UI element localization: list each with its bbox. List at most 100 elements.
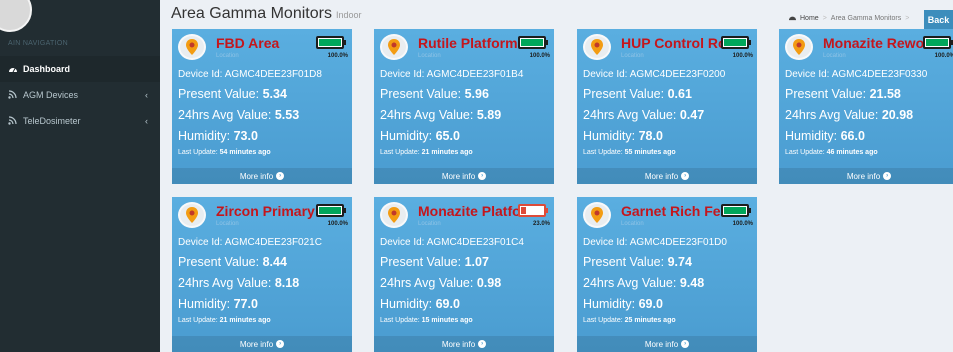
present-value-label: Present Value: (785, 87, 867, 101)
chevron-left-icon: ‹ (145, 90, 148, 100)
device-id-label: Device Id: (785, 69, 830, 80)
location-pin-icon (178, 34, 206, 60)
more-info-link[interactable]: More info › (374, 336, 554, 352)
last-update-label: Last Update: (380, 149, 420, 156)
device-id-line: Device Id: AGMC4DEE23F01B4 (380, 69, 523, 80)
sidebar-item-label: TeleDosimeter (23, 116, 81, 126)
more-info-link[interactable]: More info › (577, 336, 757, 352)
more-info-link[interactable]: More info › (577, 168, 757, 184)
back-button[interactable]: Back (924, 10, 953, 30)
battery-percent: 100.0% (732, 53, 753, 59)
device-id-label: Device Id: (583, 69, 628, 80)
card-header: Rutile Platform Location 100.0% (374, 29, 554, 61)
avg-value-line: 24hrs Avg Value: 8.18 (178, 276, 299, 290)
humidity-value: 69.0 (435, 297, 460, 311)
breadcrumb-home[interactable]: Home (800, 15, 819, 22)
humidity-line: Humidity: 77.0 (178, 297, 258, 311)
present-value-line: Present Value: 1.07 (380, 255, 489, 269)
present-value: 21.58 (869, 87, 901, 101)
sidebar: AIN NAVIGATION Dashboard AGM Devices ‹ T… (0, 0, 160, 352)
battery-icon (923, 36, 953, 49)
humidity-value: 78.0 (638, 129, 663, 143)
card-header: HUP Control Room Location 100.0% (577, 29, 757, 61)
present-value: 0.61 (667, 87, 692, 101)
arrow-circle-right-icon: › (883, 172, 892, 180)
device-id-value: AGMC4DEE23F01C4 (426, 237, 524, 248)
last-update-value: 54 minutes ago (219, 149, 271, 156)
more-info-link[interactable]: More info › (172, 168, 352, 184)
humidity-value: 73.0 (233, 129, 258, 143)
humidity-value: 77.0 (233, 297, 258, 311)
last-update-label: Last Update: (380, 317, 420, 324)
dashboard-icon (8, 64, 20, 75)
monitor-card: Rutile Platform Location 100.0% Device I… (374, 29, 554, 184)
avg-value-line: 24hrs Avg Value: 20.98 (785, 108, 913, 122)
device-id-label: Device Id: (178, 237, 223, 248)
more-info-link[interactable]: More info › (172, 336, 352, 352)
present-value-line: Present Value: 9.74 (583, 255, 692, 269)
humidity-label: Humidity: (178, 129, 231, 143)
battery-icon (316, 36, 346, 49)
present-value-line: Present Value: 21.58 (785, 87, 901, 101)
device-id-line: Device Id: AGMC4DEE23F021C (178, 237, 322, 248)
location-pin-icon (380, 34, 408, 60)
battery-percent: 100.0% (327, 53, 348, 59)
sidebar-item-dashboard[interactable]: Dashboard (0, 56, 160, 82)
avg-value-line: 24hrs Avg Value: 5.53 (178, 108, 299, 122)
device-id-label: Device Id: (380, 237, 425, 248)
sidebar-item-teledosimeter[interactable]: TeleDosimeter ‹ (0, 108, 160, 134)
sidebar-item-agm-devices[interactable]: AGM Devices ‹ (0, 82, 160, 108)
location-pin-icon (380, 202, 408, 228)
battery-percent: 23.0% (532, 221, 550, 227)
device-id-line: Device Id: AGMC4DEE23F01D0 (583, 237, 727, 248)
avg-value-label: 24hrs Avg Value: (178, 276, 272, 290)
humidity-value: 65.0 (435, 129, 460, 143)
present-value: 9.74 (667, 255, 692, 269)
rss-icon (8, 89, 20, 101)
more-info-label: More info (846, 171, 881, 181)
location-pin-icon (583, 34, 611, 60)
device-location-label: Location (823, 53, 846, 59)
humidity-value: 69.0 (638, 297, 663, 311)
location-pin-icon (583, 202, 611, 228)
avg-value-line: 24hrs Avg Value: 0.47 (583, 108, 704, 122)
present-value-line: Present Value: 0.61 (583, 87, 692, 101)
avatar[interactable] (0, 0, 32, 32)
avg-value-label: 24hrs Avg Value: (380, 276, 474, 290)
arrow-circle-right-icon: › (276, 340, 285, 348)
battery-icon (721, 204, 751, 217)
last-update-line: Last Update: 15 minutes ago (380, 317, 473, 324)
card-header: FBD Area Location 100.0% (172, 29, 352, 61)
device-id-label: Device Id: (583, 237, 628, 248)
last-update-line: Last Update: 21 minutes ago (178, 317, 271, 324)
last-update-line: Last Update: 54 minutes ago (178, 149, 271, 156)
breadcrumb-current: Area Gamma Monitors (830, 15, 902, 22)
sidebar-item-label: AGM Devices (23, 90, 79, 100)
card-header: Garnet Rich Feed Location 100.0% (577, 197, 757, 229)
humidity-line: Humidity: 69.0 (380, 297, 460, 311)
monitor-card: FBD Area Location 100.0% Device Id: AGMC… (172, 29, 352, 184)
device-id-line: Device Id: AGMC4DEE23F0200 (583, 69, 725, 80)
device-id-line: Device Id: AGMC4DEE23F01D8 (178, 69, 322, 80)
monitor-card: Monazite Platform Location 23.0% Device … (374, 197, 554, 352)
avg-value-label: 24hrs Avg Value: (583, 108, 677, 122)
humidity-label: Humidity: (583, 129, 636, 143)
last-update-value: 21 minutes ago (219, 317, 271, 324)
more-info-link[interactable]: More info › (374, 168, 554, 184)
present-value-line: Present Value: 8.44 (178, 255, 287, 269)
present-value: 5.96 (464, 87, 489, 101)
device-location-label: Location (621, 53, 644, 59)
monitor-card: Monazite Rework Location 100.0% Device I… (779, 29, 953, 184)
battery-icon (518, 36, 548, 49)
card-header: Monazite Platform Location 23.0% (374, 197, 554, 229)
avg-value: 5.89 (476, 108, 502, 122)
last-update-label: Last Update: (583, 149, 623, 156)
present-value-label: Present Value: (583, 87, 665, 101)
home-icon (788, 14, 797, 23)
arrow-circle-right-icon: › (276, 172, 285, 180)
nav-header: AIN NAVIGATION (8, 40, 68, 47)
humidity-line: Humidity: 73.0 (178, 129, 258, 143)
humidity-line: Humidity: 65.0 (380, 129, 460, 143)
more-info-link[interactable]: More info › (779, 168, 953, 184)
card-header: Zircon Primary Location 100.0% (172, 197, 352, 229)
